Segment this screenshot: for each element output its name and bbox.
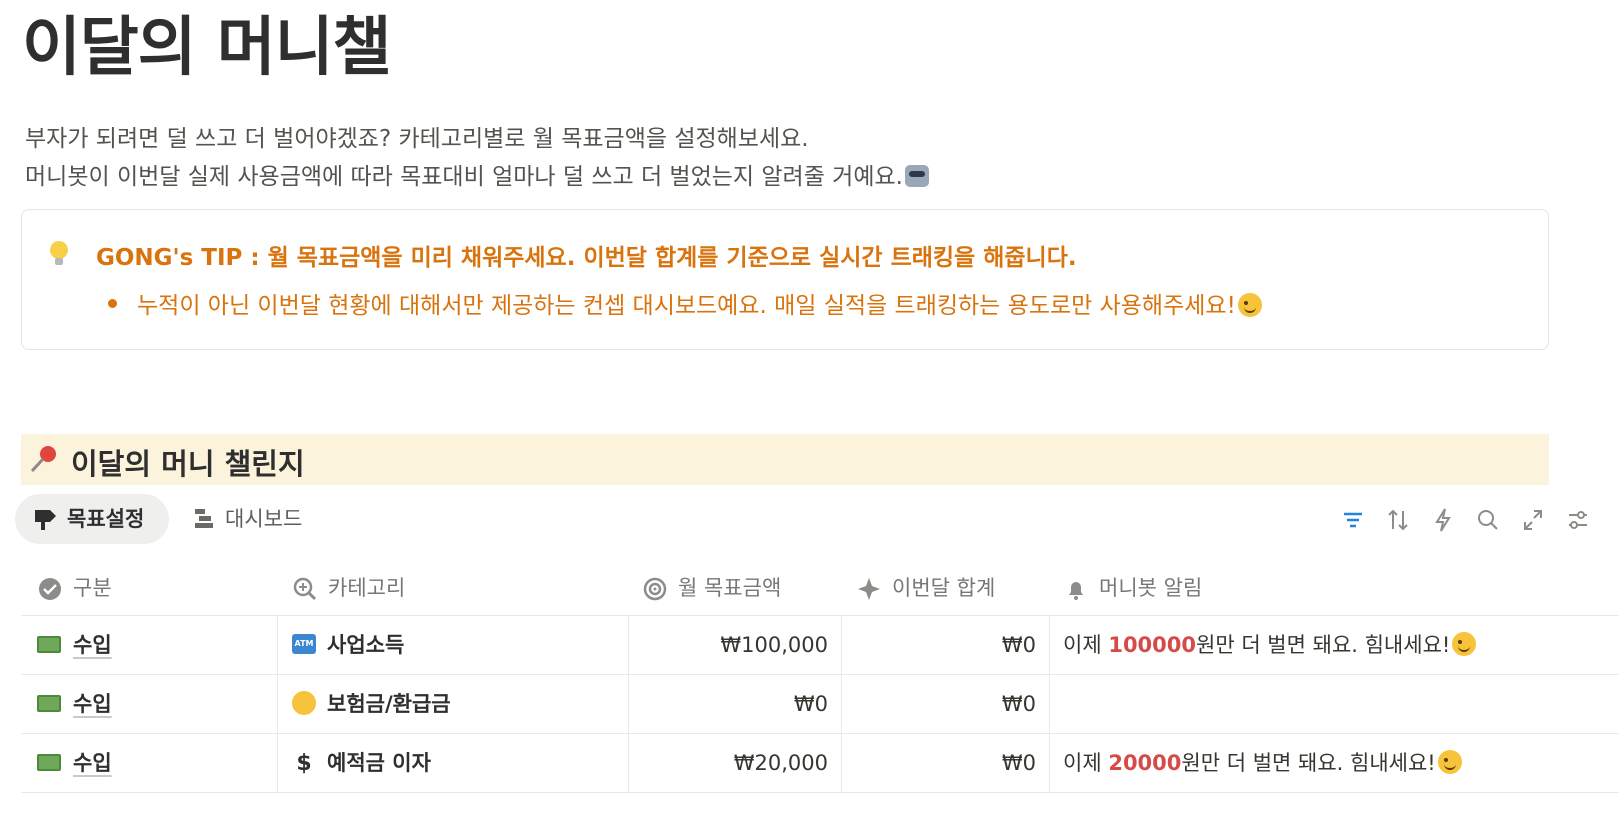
page-title: 이달의 머니챌 bbox=[22, 11, 392, 85]
robot-icon bbox=[904, 164, 929, 187]
dollar-icon: $ bbox=[296, 751, 312, 776]
description-line-1: 부자가 되려면 덜 쓰고 더 벌어야겠죠? 카테고리별로 월 목표금액을 설정해… bbox=[25, 126, 809, 152]
tab-dashboard[interactable]: 대시보드 bbox=[183, 494, 323, 544]
description-line-2: 머니봇이 이번달 실제 사용금액에 따라 목표대비 얼마나 덜 쓰고 더 벌었는… bbox=[25, 158, 929, 196]
category-value[interactable]: 보험금/환급금 bbox=[327, 692, 451, 716]
target-value[interactable]: ₩100,000 bbox=[629, 616, 842, 674]
lightbulb-icon bbox=[48, 240, 70, 274]
category-value[interactable]: 예적금 이자 bbox=[327, 751, 431, 775]
alert-value bbox=[1050, 675, 1619, 733]
total-value: ₩0 bbox=[842, 675, 1050, 733]
tip-text: GONG's TIP : 월 목표금액을 미리 채워주세요. 이번달 합계를 기… bbox=[96, 245, 1077, 271]
zoom-in-icon bbox=[292, 561, 318, 617]
total-value: ₩0 bbox=[842, 734, 1050, 792]
grinning-face-icon bbox=[1437, 750, 1462, 774]
atm-icon: ATM bbox=[292, 634, 316, 654]
column-header-total[interactable]: 이번달 합계 bbox=[842, 560, 1050, 616]
alert-value: 이제 20000원만 더 벌면 돼요. 힘내세요! bbox=[1050, 734, 1619, 792]
table-row[interactable]: 수입 $ 예적금 이자 ₩20,000 ₩0 이제 20000원만 더 벌면 돼요… bbox=[21, 734, 1619, 793]
type-value[interactable]: 수입 bbox=[73, 692, 112, 716]
winking-face-icon bbox=[1237, 292, 1262, 317]
filter-icon[interactable] bbox=[1338, 505, 1367, 535]
challenge-table: 구분 카테고리 월 목표금액 이번달 합계 머니봇 알림 수입 ATM 사업소득 … bbox=[21, 560, 1619, 793]
page-description: 부자가 되려면 덜 쓰고 더 벌어야겠죠? 카테고리별로 월 목표금액을 설정해… bbox=[25, 120, 929, 196]
money-icon bbox=[37, 635, 61, 653]
money-icon bbox=[37, 753, 61, 771]
tip-callout: GONG's TIP : 월 목표금액을 미리 채워주세요. 이번달 합계를 기… bbox=[21, 209, 1549, 350]
type-value[interactable]: 수입 bbox=[73, 751, 112, 775]
sort-icon[interactable] bbox=[1383, 505, 1412, 535]
check-circle-icon bbox=[37, 561, 63, 617]
view-toolbar bbox=[1338, 505, 1592, 535]
target-value[interactable]: ₩0 bbox=[629, 675, 842, 733]
column-header-type[interactable]: 구분 bbox=[21, 560, 278, 616]
section-title: 이달의 머니 챌린지 bbox=[71, 447, 305, 481]
automation-icon[interactable] bbox=[1428, 505, 1457, 535]
total-value: ₩0 bbox=[842, 616, 1050, 674]
category-value[interactable]: 사업소득 bbox=[327, 633, 404, 657]
tip-bullet: 누적이 아닌 이번달 현황에 대해서만 제공하는 컨셉 대시보드예요. 매일 실… bbox=[108, 286, 1262, 320]
target-icon bbox=[642, 561, 668, 617]
sparkle-icon bbox=[856, 561, 882, 617]
tab-goal-setting[interactable]: 목표설정 bbox=[15, 494, 169, 544]
type-value[interactable]: 수입 bbox=[73, 633, 112, 657]
grinning-face-icon bbox=[1452, 632, 1477, 656]
bell-icon bbox=[1063, 561, 1089, 617]
pushpin-icon bbox=[29, 444, 59, 481]
column-header-alert[interactable]: 머니봇 알림 bbox=[1050, 560, 1619, 616]
table-row[interactable]: 수입 보험금/환급금 ₩0 ₩0 bbox=[21, 675, 1619, 734]
column-header-category[interactable]: 카테고리 bbox=[278, 560, 629, 616]
signpost-icon bbox=[33, 494, 57, 563]
bullet-dot bbox=[108, 299, 117, 308]
search-icon[interactable] bbox=[1473, 505, 1502, 535]
settings-icon[interactable] bbox=[1563, 505, 1592, 535]
table-row[interactable]: 수입 ATM 사업소득 ₩100,000 ₩0 이제 100000원만 더 벌면 … bbox=[21, 616, 1619, 675]
table-header: 구분 카테고리 월 목표금액 이번달 합계 머니봇 알림 bbox=[21, 560, 1619, 616]
section-header: 이달의 머니 챌린지 bbox=[21, 434, 1549, 485]
column-header-target[interactable]: 월 목표금액 bbox=[629, 560, 842, 616]
timeline-icon bbox=[191, 494, 217, 563]
target-value[interactable]: ₩20,000 bbox=[629, 734, 842, 792]
expand-icon[interactable] bbox=[1518, 505, 1547, 535]
money-icon bbox=[37, 694, 61, 712]
halo-face-icon bbox=[292, 691, 316, 715]
alert-value: 이제 100000원만 더 벌면 돼요. 힘내세요! bbox=[1050, 616, 1619, 674]
